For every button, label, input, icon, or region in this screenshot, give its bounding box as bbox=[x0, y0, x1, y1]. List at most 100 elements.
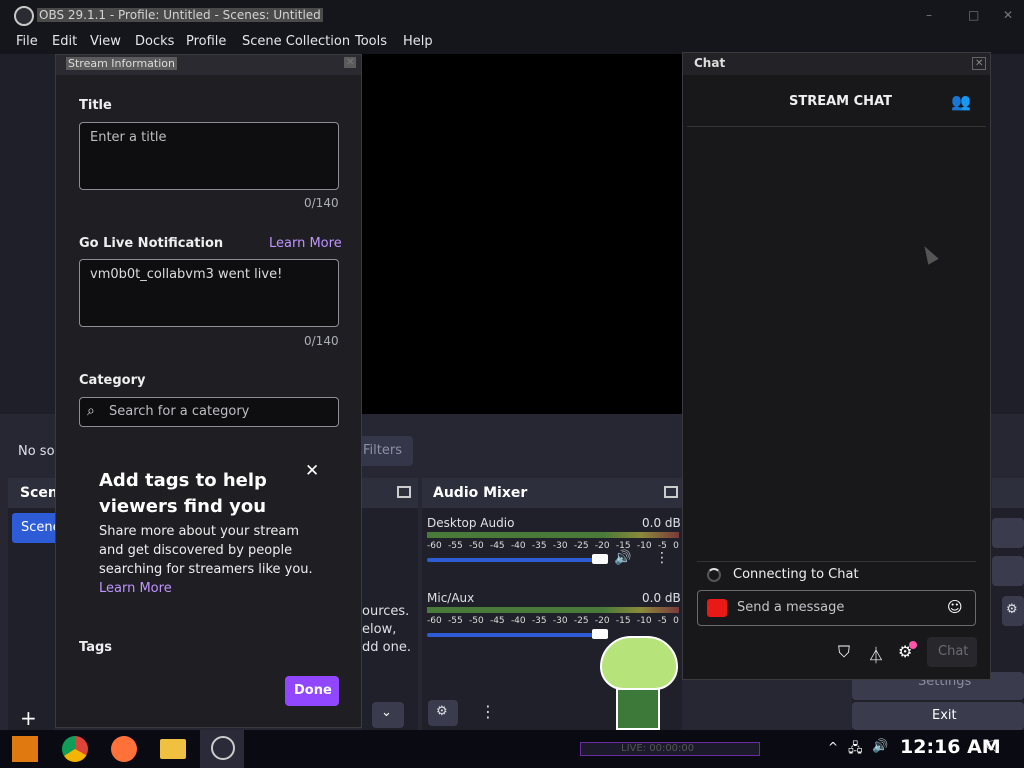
scene-item[interactable]: Scene bbox=[12, 513, 61, 543]
no-source-label: No so bbox=[18, 444, 55, 459]
meter-tick: -20 bbox=[594, 541, 610, 551]
meter-tick: -55 bbox=[447, 541, 463, 551]
menu-tools[interactable]: Tools bbox=[355, 34, 387, 49]
add-scene-icon[interactable]: + bbox=[20, 706, 37, 730]
undock-icon[interactable] bbox=[664, 486, 678, 498]
menu-edit[interactable]: Edit bbox=[52, 34, 77, 49]
meter-tick: -45 bbox=[489, 616, 505, 626]
notification-dot bbox=[909, 641, 917, 649]
mascot-body bbox=[616, 688, 660, 730]
stream-information-dock: Stream Information ✕ Title Enter a title… bbox=[55, 54, 362, 728]
meter-tick: -40 bbox=[510, 616, 526, 626]
learn-more-link[interactable]: Learn More bbox=[269, 236, 342, 251]
close-icon[interactable]: ✕ bbox=[1003, 8, 1013, 22]
menu-help[interactable]: Help bbox=[403, 34, 433, 49]
meter-tick: -30 bbox=[552, 541, 568, 551]
tags-promo-heading: Add tags to help viewers find you bbox=[99, 470, 267, 517]
title-label: Title bbox=[79, 98, 112, 113]
maximize-icon[interactable]: □ bbox=[968, 8, 979, 22]
gear-icon: ⚙ bbox=[1006, 602, 1018, 617]
notification-label: Go Live Notification bbox=[79, 236, 224, 251]
meter-tick: -20 bbox=[594, 616, 610, 626]
obs-taskbar-item[interactable] bbox=[200, 730, 244, 768]
tags-learn-more-link[interactable]: Learn More bbox=[99, 579, 321, 598]
cursor-icon bbox=[919, 243, 939, 265]
meter-tick: -60 bbox=[427, 616, 442, 626]
audio-mixer-header: Audio Mixer bbox=[422, 478, 682, 508]
speaker-icon[interactable]: 🔊 bbox=[614, 550, 631, 566]
users-icon[interactable]: 👥 bbox=[951, 92, 971, 111]
tags-promo: Add tags to help viewers find you Share … bbox=[99, 468, 321, 598]
volume-slider[interactable] bbox=[427, 558, 607, 562]
search-icon: ⌕ bbox=[87, 403, 95, 419]
bits-icon[interactable]: ⏃ bbox=[868, 642, 884, 666]
undock-icon[interactable] bbox=[397, 486, 411, 498]
chevron-up-icon[interactable]: ^ bbox=[828, 740, 838, 754]
meter-tick: -30 bbox=[552, 616, 568, 626]
chat-header: STREAM CHAT 👥 bbox=[687, 79, 986, 127]
chrome-icon[interactable] bbox=[62, 736, 88, 762]
action-center-icon[interactable]: 🗨 bbox=[984, 739, 1002, 755]
dock-title: Stream Information bbox=[66, 57, 177, 70]
notification-char-count: 0/140 bbox=[304, 334, 339, 348]
meter-tick: -50 bbox=[468, 616, 484, 626]
firefox-icon[interactable] bbox=[111, 736, 137, 762]
close-icon[interactable]: ✕ bbox=[972, 57, 987, 70]
source-down-button[interactable]: ⌄ bbox=[372, 702, 404, 728]
connecting-text: Connecting to Chat bbox=[733, 567, 859, 582]
exit-label: Exit bbox=[932, 708, 957, 723]
chat-input[interactable]: Send a message ☺ bbox=[697, 590, 976, 626]
title-input[interactable]: Enter a title bbox=[79, 122, 339, 190]
more-vertical-icon[interactable]: ⋮ bbox=[480, 702, 496, 721]
connecting-status: Connecting to Chat bbox=[697, 561, 976, 589]
preview-canvas[interactable] bbox=[362, 54, 682, 414]
meter-tick: -10 bbox=[636, 541, 652, 551]
menu-scene-collection[interactable]: Scene Collection bbox=[242, 34, 350, 49]
meter-tick: -15 bbox=[615, 616, 631, 626]
tags-promo-body: Share more about your stream and get dis… bbox=[99, 524, 313, 577]
meter-tick: -60 bbox=[427, 541, 442, 551]
exit-button[interactable]: Exit bbox=[852, 702, 1024, 730]
shield-icon[interactable]: ⛉ bbox=[838, 642, 850, 662]
menu-docks[interactable]: Docks bbox=[135, 34, 174, 49]
folder-icon[interactable] bbox=[160, 739, 186, 759]
mascot-head bbox=[600, 636, 678, 690]
category-search-input[interactable]: ⌕ Search for a category bbox=[79, 397, 339, 427]
more-vertical-icon[interactable]: ⋮ bbox=[655, 550, 669, 566]
start-icon[interactable] bbox=[12, 736, 38, 762]
volume-icon[interactable]: 🔊 bbox=[872, 739, 888, 754]
menu-profile[interactable]: Profile bbox=[186, 34, 226, 49]
menu-file[interactable]: File bbox=[16, 34, 38, 49]
meter-scale: -60 -55 -50 -45 -40 -35 -30 -25 -20 -15 -10 -5 0 bbox=[427, 616, 679, 626]
scenes-dock-header: Scen bbox=[8, 478, 58, 508]
live-indicator: LIVE: 00:00:00 bbox=[580, 742, 760, 756]
control-button[interactable] bbox=[992, 556, 1024, 586]
network-icon[interactable]: 🖧 bbox=[848, 739, 863, 761]
control-button[interactable] bbox=[992, 518, 1024, 548]
close-icon[interactable]: ✕ bbox=[305, 461, 319, 481]
scenes-title: Scen bbox=[20, 485, 58, 501]
channel-name: Desktop Audio bbox=[427, 516, 515, 530]
chat-send-button[interactable]: Chat bbox=[927, 637, 977, 667]
emote-icon[interactable]: ☺ bbox=[947, 598, 963, 616]
filters-button[interactable]: Filters bbox=[355, 436, 413, 466]
volume-slider[interactable] bbox=[427, 633, 607, 637]
done-label: Done bbox=[294, 683, 332, 698]
mixer-settings-button[interactable]: ⚙ bbox=[428, 700, 458, 726]
done-button[interactable]: Done bbox=[285, 676, 339, 706]
meter-tick: -40 bbox=[510, 541, 526, 551]
title-placeholder: Enter a title bbox=[90, 130, 167, 145]
sources-hint-3: dd one. bbox=[362, 640, 411, 655]
live-text: LIVE: 00:00:00 bbox=[621, 743, 695, 754]
spinner-icon bbox=[707, 568, 721, 582]
tags-label: Tags bbox=[79, 640, 113, 655]
notification-input[interactable]: vm0b0t_collabvm3 went live! bbox=[79, 259, 339, 327]
volume-slider-handle[interactable] bbox=[592, 554, 608, 564]
menu-view[interactable]: View bbox=[90, 34, 121, 49]
chat-input-placeholder: Send a message bbox=[737, 600, 845, 615]
meter-tick: 0 bbox=[673, 541, 679, 551]
meter-scale: -60 -55 -50 -45 -40 -35 -30 -25 -20 -15 -10 -5 0 bbox=[427, 541, 679, 551]
close-icon[interactable]: ✕ bbox=[344, 57, 357, 68]
minimize-icon[interactable]: – bbox=[926, 8, 932, 22]
control-gear-button[interactable]: ⚙ bbox=[1002, 596, 1024, 626]
